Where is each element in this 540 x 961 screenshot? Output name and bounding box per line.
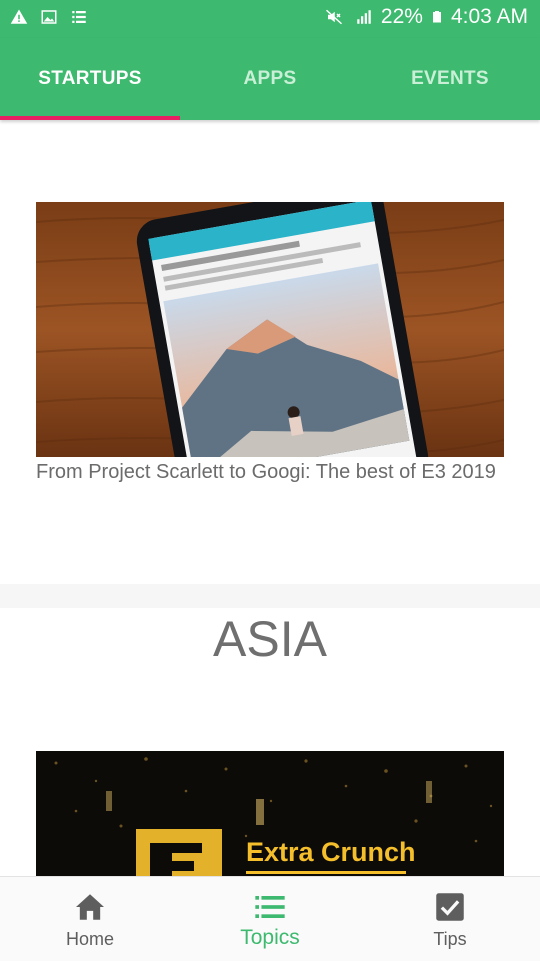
nav-tips-label: Tips <box>433 929 467 949</box>
article-image-graphic <box>36 202 504 457</box>
article-image-2[interactable]: Extra Crunch <box>36 751 504 876</box>
section-divider <box>0 584 540 608</box>
status-right: 22% 4:03 AM <box>321 5 528 29</box>
list-icon <box>72 11 86 23</box>
extra-crunch-logo <box>136 829 222 876</box>
checkbox-icon <box>436 893 464 921</box>
image-icon <box>41 10 57 24</box>
home-icon <box>76 894 104 920</box>
warning-icon <box>10 9 28 24</box>
tab-apps[interactable]: APPS <box>180 38 360 120</box>
signal-icon <box>357 10 371 24</box>
article-title[interactable]: From Project Scarlett to Googi: The best… <box>36 460 504 484</box>
status-left-icons <box>10 8 88 26</box>
extra-crunch-underline <box>246 871 406 874</box>
list-icon <box>255 896 285 918</box>
status-bar: 22% 4:03 AM <box>0 0 540 38</box>
battery-icon <box>432 11 441 23</box>
nav-tips[interactable]: Tips <box>360 877 540 961</box>
section-title: ASIA <box>213 611 327 667</box>
nav-topics[interactable]: Topics <box>180 877 360 961</box>
article-image[interactable] <box>36 202 504 457</box>
nav-home-label: Home <box>65 929 114 949</box>
tab-startups[interactable]: STARTUPS <box>0 38 180 120</box>
tab-events[interactable]: EVENTS <box>360 38 540 120</box>
extra-crunch-text: Extra Crunch <box>246 837 416 867</box>
battery-percent: 22% <box>380 5 423 28</box>
tab-indicator <box>0 116 180 120</box>
clock: 4:03 AM <box>450 5 528 28</box>
tab-bar: STARTUPS APPS EVENTS <box>0 38 540 120</box>
mute-icon <box>325 9 342 25</box>
nav-topics-label: Topics <box>240 926 300 949</box>
bottom-navigation: Home Topics Tips <box>0 876 540 961</box>
nav-home[interactable]: Home <box>0 877 180 961</box>
